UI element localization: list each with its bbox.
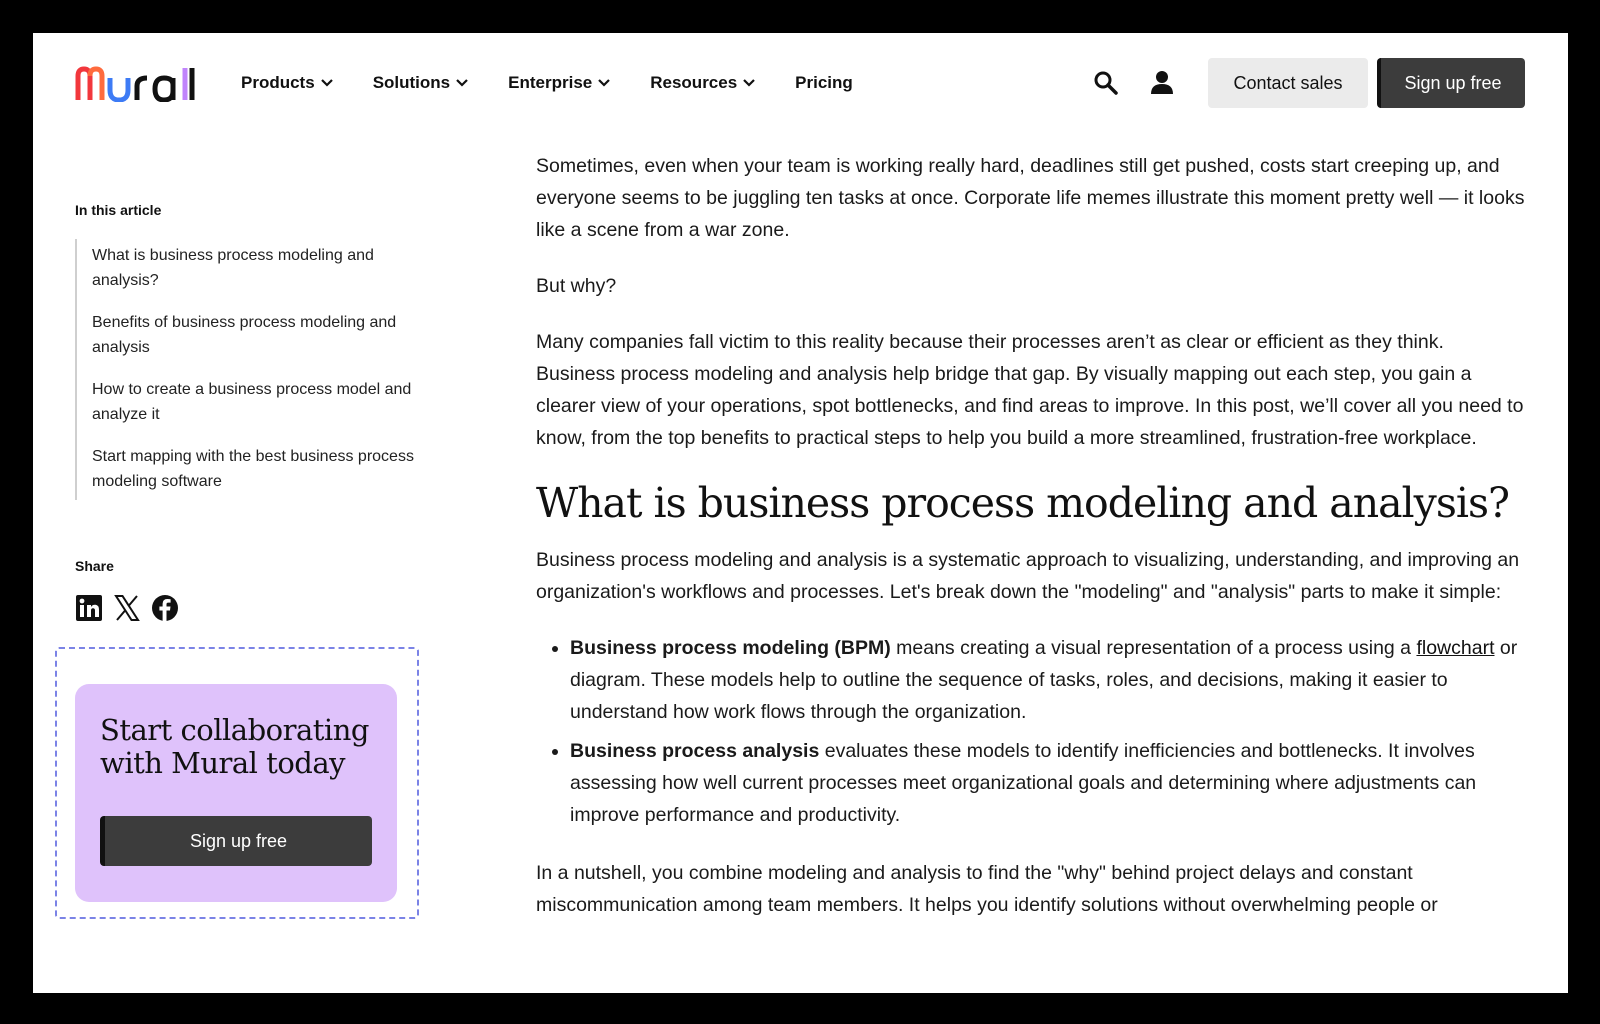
intro-paragraph: Sometimes, even when your team is workin… [536,155,1525,241]
toc-item[interactable]: Start mapping with the best business pro… [92,444,422,494]
toc-item[interactable]: How to create a business process model a… [92,377,422,427]
list-text: means creating a visual representation o… [890,637,1417,659]
header-sign-up-button[interactable]: Sign up free [1377,58,1525,108]
intro-paragraph: Many companies fall victim to this reali… [536,331,1524,449]
toc-item[interactable]: Benefits of business process modeling an… [92,310,422,360]
nav-solutions[interactable]: Solutions [373,71,468,95]
nav-label: Products [241,73,315,92]
site-header: Products Solutions Enterprise Resources … [33,33,1568,133]
contact-sales-button[interactable]: Contact sales [1208,58,1368,108]
signup-cta-card: Start collaborating with Mural today Sig… [75,684,397,902]
term: Business process modeling (BPM) [570,637,891,659]
mural-logo[interactable] [75,66,201,102]
flowchart-link[interactable]: flowchart [1416,637,1494,659]
page: Products Solutions Enterprise Resources … [33,33,1568,993]
table-of-contents: What is business process modeling and an… [75,239,422,500]
share-title: Share [75,558,114,574]
section-heading: What is business process modeling and an… [536,479,1510,527]
chevron-down-icon [743,79,755,87]
nav-pricing[interactable]: Pricing [795,71,853,95]
nav-label: Enterprise [508,73,593,92]
nav-resources[interactable]: Resources [650,71,755,95]
cta-sign-up-button[interactable]: Sign up free [100,816,372,866]
linkedin-icon[interactable] [75,594,103,622]
article-body: Sometimes, even when your team is workin… [536,150,1526,945]
user-icon[interactable] [1149,69,1175,95]
nutshell-paragraph: In a nutshell, you combine modeling and … [536,862,1438,916]
definition-list: Business process modeling (BPM) means cr… [536,632,1526,831]
list-item: Business process modeling (BPM) means cr… [570,632,1526,728]
intro-question: But why? [536,275,617,297]
search-icon[interactable] [1093,70,1119,96]
chevron-down-icon [456,79,468,87]
list-item: Business process analysis evaluates thes… [570,735,1526,831]
main-nav: Products Solutions Enterprise Resources … [241,71,893,95]
toc-title: In this article [75,202,162,218]
nav-enterprise[interactable]: Enterprise [508,71,611,95]
term: Business process analysis [570,740,820,762]
toc-item[interactable]: What is business process modeling and an… [92,243,422,293]
definition-paragraph: Business process modeling and analysis i… [536,549,1520,603]
cta-title: Start collaborating with Mural today [100,713,369,780]
nav-products[interactable]: Products [241,71,333,95]
nav-label: Solutions [372,73,451,92]
chevron-down-icon [598,79,611,87]
nav-label: Resources [650,73,738,92]
facebook-icon[interactable] [151,594,179,622]
x-icon[interactable] [113,594,141,622]
chevron-down-icon [320,79,333,87]
nav-label: Pricing [795,73,853,92]
